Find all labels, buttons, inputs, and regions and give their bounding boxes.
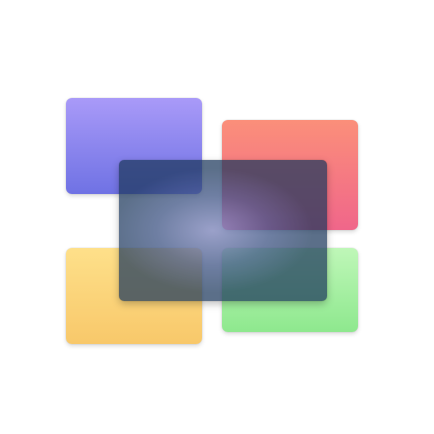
app-icon-canvas: [0, 0, 434, 434]
frosted-glass-window-icon: [119, 160, 327, 301]
glass-glow: [119, 160, 327, 301]
